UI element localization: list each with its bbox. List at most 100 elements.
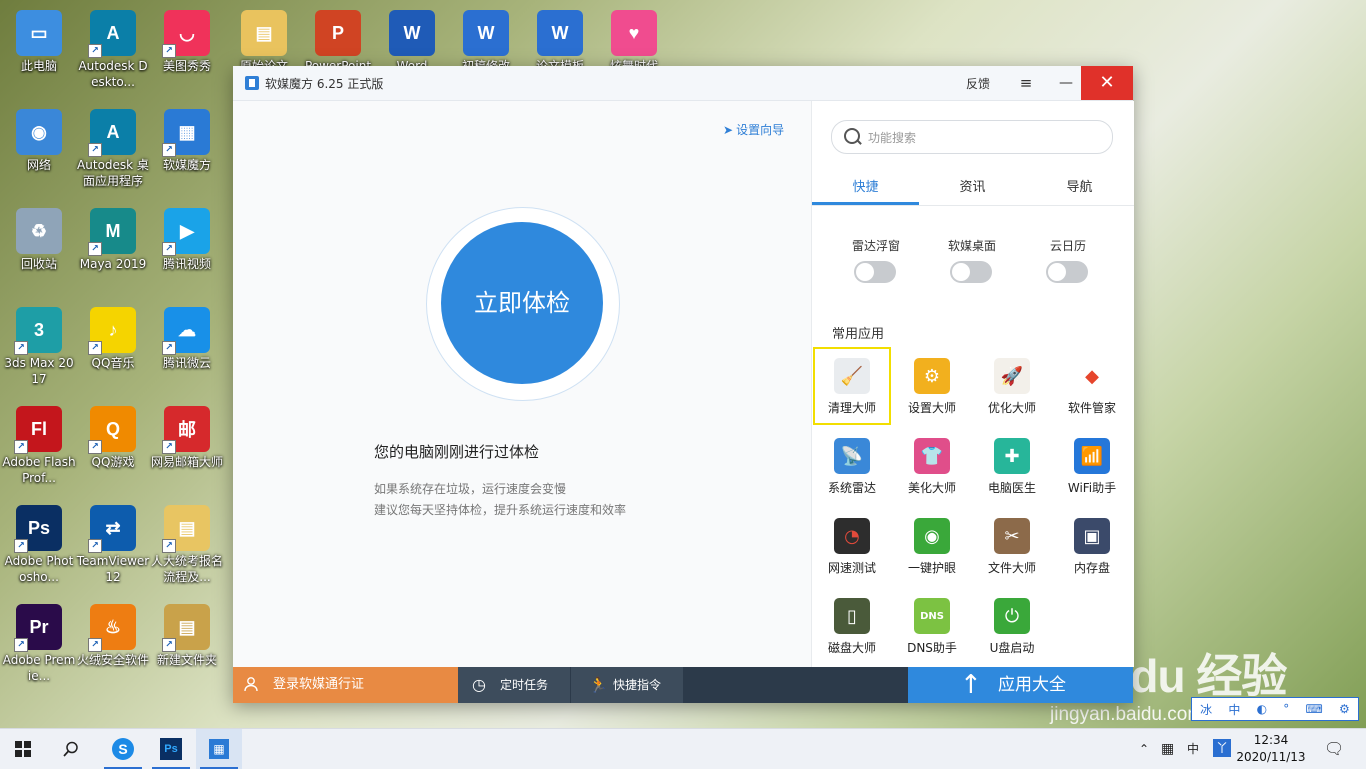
ime-language-icon[interactable]: 中 — [1228, 701, 1240, 718]
app-tile-icon: ⚙ — [914, 358, 950, 394]
desktop-item[interactable]: ⇄ ↗ TeamViewer 12 — [74, 495, 152, 585]
desktop-item[interactable]: PPowerPoint — [299, 0, 377, 74]
app-tile[interactable]: 📶 WiFi助手 — [1055, 429, 1129, 503]
app-tile-icon: 👕 — [914, 438, 950, 474]
desktop-item[interactable]: A ↗ Autodesk Deskto... — [74, 0, 152, 90]
shortcut-arrow-icon: ↗ — [14, 539, 28, 553]
app-tile[interactable]: 👕 美化大师 — [895, 429, 969, 503]
app-store-button[interactable]: ↑ 应用大全 — [908, 667, 1133, 703]
desktop-app-icon: ♨ ↗ — [88, 604, 136, 652]
desktop-item[interactable]: Pr ↗ Adobe Premie... — [0, 594, 78, 684]
tab-news[interactable]: 资讯 — [919, 176, 1026, 195]
start-button[interactable] — [0, 729, 46, 769]
ime-punctuation-icon[interactable]: ° — [1283, 702, 1289, 716]
app-tile[interactable]: ✂ 文件大师 — [975, 509, 1049, 583]
ime-toolbar[interactable]: 冰 中 ◐ ° ⌨ ⚙ — [1191, 697, 1359, 721]
minimize-icon[interactable]: — — [1057, 74, 1075, 92]
scheduled-tasks-button[interactable]: ◷ 定时任务 — [458, 667, 570, 703]
app-tile[interactable]: ⏻ U盘启动 — [975, 589, 1049, 663]
ime-keyboard-icon[interactable]: ⌨ — [1306, 702, 1323, 716]
desktop-item-label: 腾讯视频 — [162, 257, 211, 271]
toggle-calendar[interactable] — [1046, 261, 1088, 283]
desktop-item[interactable]: ▤ ↗ 人大统考报名流程及... — [148, 495, 226, 585]
desktop-item[interactable]: ◉ 网络 — [0, 99, 78, 173]
desktop-item[interactable]: Q ↗ QQ游戏 — [74, 396, 152, 470]
app-tile[interactable]: ✚ 电脑医生 — [975, 429, 1049, 503]
app-tile-label: 设置大师 — [907, 401, 956, 415]
desktop-app-icon: ▤ ↗ — [162, 505, 210, 553]
desktop-item[interactable]: ▤ ↗ 新建文件夹 — [148, 594, 226, 668]
desktop-item[interactable]: A ↗ Autodesk 桌面应用程序 — [74, 99, 152, 189]
ime-settings-icon[interactable]: ⚙ — [1339, 702, 1350, 716]
desktop-item[interactable]: 3 ↗ 3ds Max 2017 — [0, 297, 78, 387]
desktop-item[interactable]: ☁ ↗ 腾讯微云 — [148, 297, 226, 371]
desktop-app-icon: A ↗ — [88, 10, 136, 58]
app-tile-icon: ✂ — [994, 518, 1030, 554]
menu-icon[interactable]: ≡ — [1017, 74, 1035, 92]
shortcut-arrow-icon: ↗ — [88, 44, 102, 58]
desktop-item-label: 腾讯微云 — [162, 356, 211, 370]
app-tile[interactable]: 📡 系统雷达 — [815, 429, 889, 503]
desktop-app-icon: W — [463, 10, 509, 56]
taskbar-photoshop[interactable]: Ps — [148, 729, 194, 769]
app-tile-label: U盘启动 — [989, 641, 1035, 655]
app-tile-icon: DNS — [914, 598, 950, 634]
check-now-button[interactable]: 立即体检 — [441, 222, 603, 384]
clock-time: 12:34 — [1253, 733, 1289, 747]
taskbar-ruanmei[interactable]: ▦ — [196, 729, 242, 769]
desktop-item[interactable]: ♪ ↗ QQ音乐 — [74, 297, 152, 371]
tab-navigation[interactable]: 导航 — [1026, 176, 1133, 195]
tray-ime-lang[interactable]: 中 — [1187, 729, 1199, 769]
ime-halfwidth-icon[interactable]: ◐ — [1257, 702, 1267, 716]
app-tile[interactable]: ◔ 网速测试 — [815, 509, 889, 583]
feedback-button[interactable]: 反馈 — [966, 75, 990, 92]
quick-command-button[interactable]: 🏃 快捷指令 — [571, 667, 683, 703]
shortcut-arrow-icon: ↗ — [14, 638, 28, 652]
search-button[interactable] — [48, 729, 94, 769]
toggle-radar[interactable] — [854, 261, 896, 283]
tab-quick[interactable]: 快捷 — [812, 176, 919, 195]
taskbar-sogou[interactable]: S — [100, 729, 146, 769]
desktop-item[interactable]: 邮 ↗ 网易邮箱大师 — [148, 396, 226, 470]
toggle-desktop[interactable] — [950, 261, 992, 283]
desktop-item[interactable]: Ps ↗ Adobe Photosho... — [0, 495, 78, 585]
tray-ime-icon[interactable]: 丫 — [1213, 739, 1231, 757]
desktop-item[interactable]: WWord — [373, 0, 451, 74]
desktop-item[interactable]: ♻ 回收站 — [0, 198, 78, 272]
app-tile[interactable]: 🚀 优化大师 — [975, 349, 1049, 423]
desktop-item[interactable]: W初稿修改 — [447, 0, 525, 74]
app-tile[interactable]: ▣ 内存盘 — [1055, 509, 1129, 583]
function-search[interactable] — [831, 120, 1113, 154]
app-window: 软媒魔方 6.25 正式版 反馈 ≡ — ✕ ➤ 设置向导 立即体检 您的电脑刚刚… — [233, 66, 1134, 703]
app-tile[interactable]: ⚙ 设置大师 — [895, 349, 969, 423]
desktop-item[interactable]: Fl ↗ Adobe Flash Prof... — [0, 396, 78, 486]
tray-chevron-icon[interactable]: ⌃ — [1139, 729, 1149, 769]
desktop-item[interactable]: M ↗ Maya 2019 — [74, 198, 152, 272]
app-tile[interactable]: ▯ 磁盘大师 — [815, 589, 889, 663]
desktop-item[interactable]: ▶ ↗ 腾讯视频 — [148, 198, 226, 272]
desktop-item[interactable]: W论文模板 — [521, 0, 599, 74]
scheduled-tasks-label: 定时任务 — [500, 678, 549, 692]
app-tile[interactable]: 🧹 清理大师 — [813, 347, 891, 425]
app-tile[interactable]: ◆ 软件管家 — [1055, 349, 1129, 423]
desktop-item[interactable]: ♨ ↗ 火绒安全软件 — [74, 594, 152, 668]
desktop-item[interactable]: ▭ 此电脑 — [0, 0, 78, 74]
title-bar[interactable]: 软媒魔方 6.25 正式版 反馈 ≡ — ✕ — [233, 66, 1133, 101]
notification-icon[interactable]: 🗨 — [1324, 729, 1344, 769]
tray-grid-icon[interactable]: ▦ — [1161, 729, 1174, 769]
app-tile-label: DNS助手 — [907, 641, 957, 655]
ime-mode-icon[interactable]: 冰 — [1200, 701, 1212, 718]
app-tile[interactable]: DNS DNS助手 — [895, 589, 969, 663]
app-tile[interactable]: ◉ 一键护眼 — [895, 509, 969, 583]
toggle-label-calendar: 云日历 — [1049, 239, 1086, 253]
login-button[interactable]: 登录软媒通行证 — [233, 667, 458, 703]
desktop-item[interactable]: ♥炫舞时代 — [595, 0, 673, 74]
desktop-item[interactable]: ▤原始论文 — [225, 0, 303, 74]
close-button[interactable]: ✕ — [1081, 66, 1133, 100]
desktop-item[interactable]: ▦ ↗ 软媒魔方 — [148, 99, 226, 173]
clock[interactable]: 12:34 2020/11/13 — [1236, 732, 1306, 766]
desktop-item[interactable]: ◡ ↗ 美图秀秀 — [148, 0, 226, 74]
search-input[interactable] — [866, 127, 1100, 149]
setup-wizard-link[interactable]: ➤ 设置向导 — [723, 121, 784, 138]
desktop-item-label: 软媒魔方 — [162, 158, 211, 172]
